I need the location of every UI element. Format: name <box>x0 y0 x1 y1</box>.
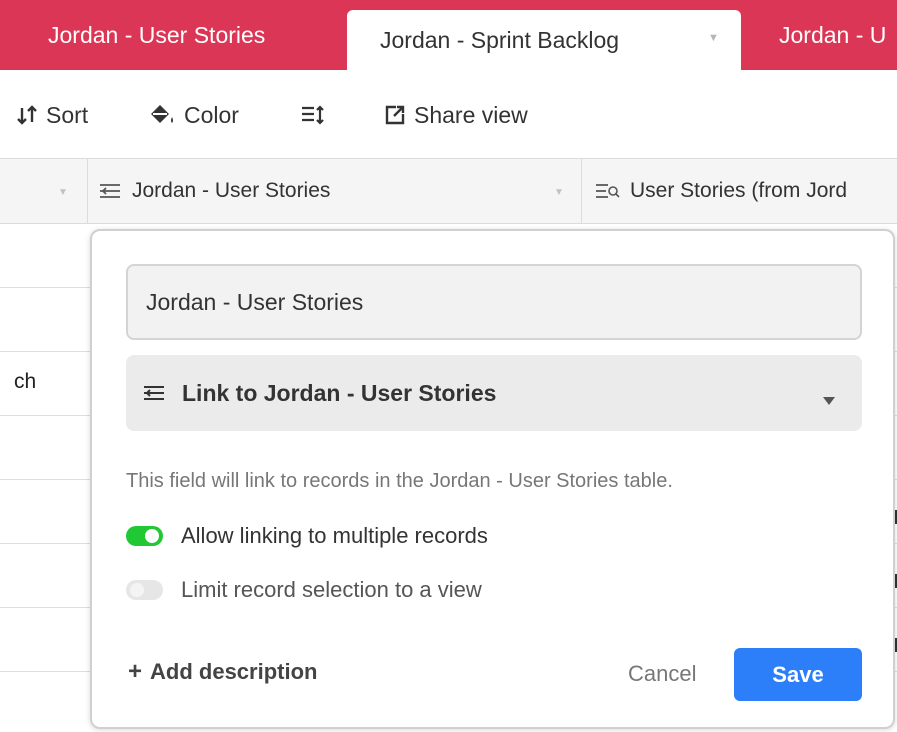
field-config-popup: Link to Jordan - User Stories This field… <box>90 229 895 729</box>
view-toolbar: Sort Color Share view <box>0 70 897 158</box>
allow-multiple-records-option[interactable]: Allow linking to multiple records <box>126 521 488 551</box>
tab-label: Jordan - Sprint Backlog <box>380 26 620 53</box>
cancel-button[interactable]: Cancel <box>628 661 696 687</box>
share-view-button[interactable]: Share view <box>384 100 528 130</box>
table-tab-bar: Jordan - User Stories Jordan - Sprint Ba… <box>0 0 897 70</box>
limit-to-view-toggle[interactable] <box>126 580 163 600</box>
allow-multiple-toggle[interactable] <box>126 526 163 546</box>
share-view-label: Share view <box>414 101 528 128</box>
sort-icon <box>16 105 38 125</box>
lookup-field-icon <box>594 181 620 201</box>
chevron-down-icon[interactable]: ▼ <box>58 187 68 198</box>
color-label: Color <box>184 101 239 128</box>
paint-bucket-icon <box>148 103 176 127</box>
field-name-input[interactable] <box>126 264 862 340</box>
color-button[interactable]: Color <box>148 100 239 130</box>
chevron-down-icon[interactable]: ▼ <box>554 187 564 198</box>
plus-icon: + <box>128 658 143 685</box>
column-header-jordan-user-stories[interactable]: Jordan - User Stories ▼ <box>88 159 582 223</box>
grid-header-row: ▼ Jordan - User Stories ▼ User Stories (… <box>0 158 897 224</box>
row-height-icon <box>300 104 326 126</box>
field-type-description: This field will link to records in the J… <box>126 470 673 492</box>
column-header-primary[interactable]: ▼ <box>0 159 88 223</box>
option-label: Allow linking to multiple records <box>181 523 488 548</box>
chevron-down-icon <box>822 385 836 412</box>
column-header-label: Jordan - User Stories <box>132 179 331 202</box>
tab-label: Jordan - User Stories <box>48 21 266 48</box>
link-field-icon <box>142 383 166 403</box>
link-field-icon <box>98 181 122 201</box>
add-description-button[interactable]: + Add description <box>128 658 317 686</box>
tab-label: Jordan - U <box>779 21 887 48</box>
column-header-label: User Stories (from Jord <box>630 179 848 202</box>
field-type-label: Link to Jordan - User Stories <box>182 379 497 406</box>
sort-label: Sort <box>46 101 89 128</box>
field-type-select[interactable]: Link to Jordan - User Stories <box>126 355 862 431</box>
row-cell-text: ch <box>14 370 37 393</box>
limit-to-view-option[interactable]: Limit record selection to a view <box>126 575 482 605</box>
tab-jordan-user-stories[interactable]: Jordan - User Stories <box>48 0 265 70</box>
column-header-user-stories-lookup[interactable]: User Stories (from Jord <box>582 159 897 223</box>
option-label: Limit record selection to a view <box>181 577 482 602</box>
add-description-label: Add description <box>150 659 318 684</box>
chevron-down-icon[interactable]: ▼ <box>708 32 719 44</box>
save-button[interactable]: Save <box>734 648 862 701</box>
sort-button[interactable]: Sort <box>16 100 88 130</box>
tab-jordan-third[interactable]: Jordan - U <box>779 0 886 70</box>
share-icon <box>384 104 406 126</box>
row-height-button[interactable] <box>300 100 334 130</box>
tab-jordan-sprint-backlog[interactable]: Jordan - Sprint Backlog ▼ <box>347 10 741 70</box>
